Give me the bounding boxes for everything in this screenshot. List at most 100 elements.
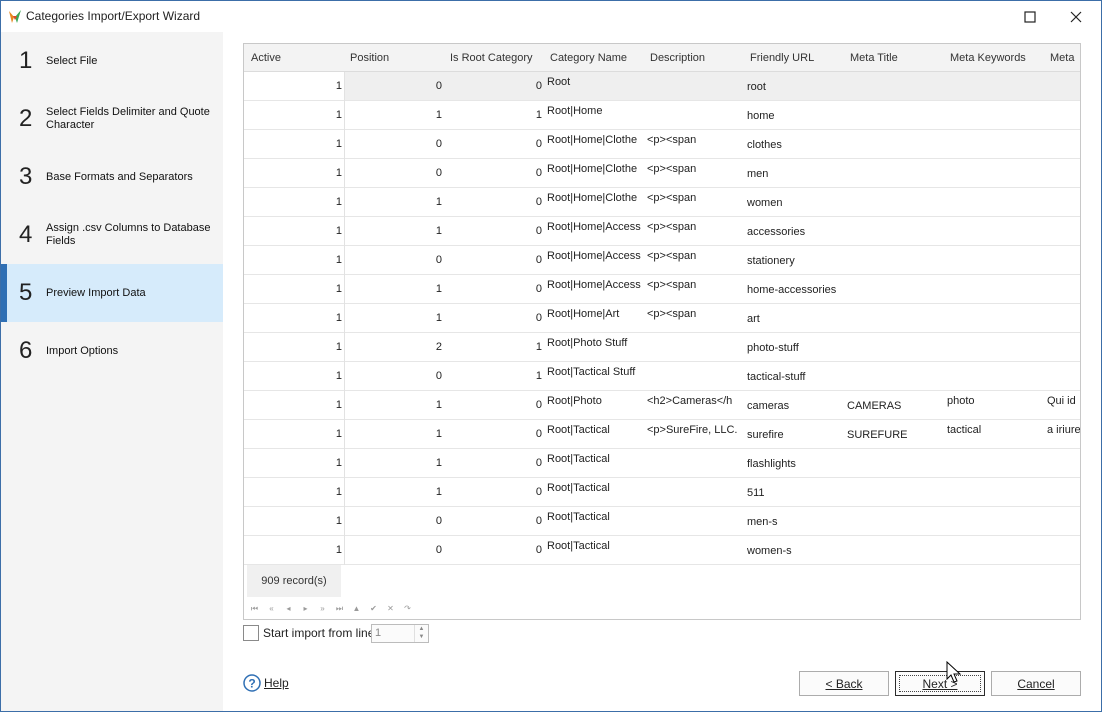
step-select-file[interactable]: 1 Select File (3, 32, 223, 90)
cell-meta-keywords[interactable]: tactical (943, 420, 1043, 448)
cell-meta[interactable]: a iriure (1043, 420, 1080, 448)
table-row[interactable]: 1 1 0 Root|Home|Art <p><span art (244, 304, 1080, 333)
cell-is-root-category[interactable]: 0 (444, 159, 544, 187)
table-row[interactable]: 1 0 1 Root|Tactical Stuff tactical-stuff (244, 362, 1080, 391)
table-row[interactable]: 1 1 0 Root|Photo <h2>Cameras</h cameras CAMERA… (244, 391, 1080, 420)
cell-position[interactable]: 1 (344, 420, 444, 448)
cell-is-root-category[interactable]: 0 (444, 420, 544, 448)
cell-friendly-url[interactable]: cameras (743, 391, 843, 419)
cell-meta-title[interactable] (843, 130, 943, 158)
column-header-active[interactable]: Active (244, 44, 344, 72)
cell-description[interactable]: <p><span (644, 275, 744, 303)
cell-position[interactable]: 0 (344, 362, 444, 390)
cell-is-root-category[interactable]: 1 (444, 362, 544, 390)
column-header-description[interactable]: Description (643, 44, 743, 72)
cell-meta[interactable] (1043, 478, 1080, 506)
cell-meta-title[interactable] (843, 246, 943, 274)
cell-meta-title[interactable] (843, 449, 943, 477)
cell-description[interactable]: <p><span (644, 246, 744, 274)
cell-is-root-category[interactable]: 0 (444, 130, 544, 158)
cell-category-name[interactable]: Root|Home|Access (544, 217, 644, 245)
cell-is-root-category[interactable]: 0 (444, 275, 544, 303)
cell-friendly-url[interactable]: clothes (743, 130, 843, 158)
cell-description[interactable]: <p>SureFire, LLC. (644, 420, 744, 448)
cell-is-root-category[interactable]: 0 (444, 188, 544, 216)
cell-category-name[interactable]: Root|Home|Clothe (544, 130, 644, 158)
cell-category-name[interactable]: Root (544, 72, 644, 100)
cell-category-name[interactable]: Root|Photo (544, 391, 644, 419)
cell-meta[interactable] (1043, 188, 1080, 216)
cell-friendly-url[interactable]: home (743, 101, 843, 129)
cell-meta[interactable] (1043, 333, 1080, 361)
cell-meta-keywords[interactable] (943, 304, 1043, 332)
cell-meta[interactable] (1043, 159, 1080, 187)
cell-active[interactable]: 1 (244, 101, 344, 129)
first-icon[interactable]: ⏮ (246, 602, 263, 616)
cell-friendly-url[interactable]: men-s (743, 507, 843, 535)
cell-meta-title[interactable] (843, 536, 943, 564)
cell-is-root-category[interactable]: 0 (444, 478, 544, 506)
cell-position[interactable]: 0 (344, 536, 444, 564)
prev-icon[interactable]: ◂ (280, 602, 297, 616)
close-button[interactable] (1053, 1, 1099, 32)
cell-description[interactable]: <h2>Cameras</h (644, 391, 744, 419)
cell-description[interactable]: <p><span (644, 159, 744, 187)
step-base-formats[interactable]: 3 Base Formats and Separators (3, 148, 223, 206)
cell-position[interactable]: 0 (344, 130, 444, 158)
post-icon[interactable]: ✔ (365, 602, 382, 616)
column-header-position[interactable]: Position (343, 44, 443, 72)
cell-position[interactable]: 0 (344, 246, 444, 274)
cell-meta[interactable] (1043, 275, 1080, 303)
cell-position[interactable]: 0 (344, 72, 444, 100)
cell-category-name[interactable]: Root|Home|Clothe (544, 159, 644, 187)
cell-meta-keywords[interactable] (943, 478, 1043, 506)
cell-meta[interactable] (1043, 304, 1080, 332)
cell-description[interactable]: <p><span (644, 217, 744, 245)
cell-active[interactable]: 1 (244, 217, 344, 245)
cell-friendly-url[interactable]: accessories (743, 217, 843, 245)
cell-description[interactable] (644, 333, 744, 361)
step-select-delimiter[interactable]: 2 Select Fields Delimiter and Quote Char… (3, 90, 223, 148)
cell-meta[interactable] (1043, 362, 1080, 390)
cell-meta-keywords[interactable] (943, 536, 1043, 564)
cell-active[interactable]: 1 (244, 246, 344, 274)
table-row[interactable]: 1 1 0 Root|Home|Access <p><span accessories (244, 217, 1080, 246)
cell-is-root-category[interactable]: 1 (444, 101, 544, 129)
cell-friendly-url[interactable]: photo-stuff (743, 333, 843, 361)
cell-position[interactable]: 1 (344, 478, 444, 506)
cell-category-name[interactable]: Root|Photo Stuff (544, 333, 644, 361)
cell-meta-title[interactable] (843, 304, 943, 332)
cell-description[interactable] (644, 536, 744, 564)
cell-friendly-url[interactable]: men (743, 159, 843, 187)
cell-position[interactable]: 1 (344, 217, 444, 245)
cell-active[interactable]: 1 (244, 275, 344, 303)
cell-category-name[interactable]: Root|Home|Access (544, 246, 644, 274)
column-header-meta[interactable]: Meta (1043, 44, 1080, 72)
table-row[interactable]: 1 0 0 Root|Home|Clothe <p><span clothes (244, 130, 1080, 159)
next-icon[interactable]: ▸ (297, 602, 314, 616)
cell-category-name[interactable]: Root|Home|Clothe (544, 188, 644, 216)
maximize-button[interactable] (1007, 1, 1053, 32)
cell-is-root-category[interactable]: 0 (444, 217, 544, 245)
cell-active[interactable]: 1 (244, 304, 344, 332)
refresh-icon[interactable]: ↷ (399, 602, 416, 616)
cell-meta-title[interactable] (843, 159, 943, 187)
cell-is-root-category[interactable]: 0 (444, 72, 544, 100)
cell-position[interactable]: 1 (344, 275, 444, 303)
cell-meta[interactable] (1043, 130, 1080, 158)
cell-category-name[interactable]: Root|Tactical Stuff (544, 362, 644, 390)
table-row[interactable]: 1 0 0 Root|Tactical men-s (244, 507, 1080, 536)
column-header-meta-title[interactable]: Meta Title (843, 44, 943, 72)
cell-meta[interactable] (1043, 507, 1080, 535)
cell-meta-title[interactable]: CAMERAS (843, 391, 943, 419)
cell-position[interactable]: 1 (344, 304, 444, 332)
help-icon[interactable]: ? (243, 674, 261, 692)
cell-position[interactable]: 1 (344, 391, 444, 419)
cell-is-root-category[interactable]: 0 (444, 246, 544, 274)
table-row[interactable]: 1 0 0 Root root (244, 72, 1080, 101)
cell-is-root-category[interactable]: 0 (444, 507, 544, 535)
cell-active[interactable]: 1 (244, 159, 344, 187)
cell-meta[interactable] (1043, 449, 1080, 477)
cell-category-name[interactable]: Root|Home|Access (544, 275, 644, 303)
last-icon[interactable]: ⏭ (331, 602, 348, 616)
